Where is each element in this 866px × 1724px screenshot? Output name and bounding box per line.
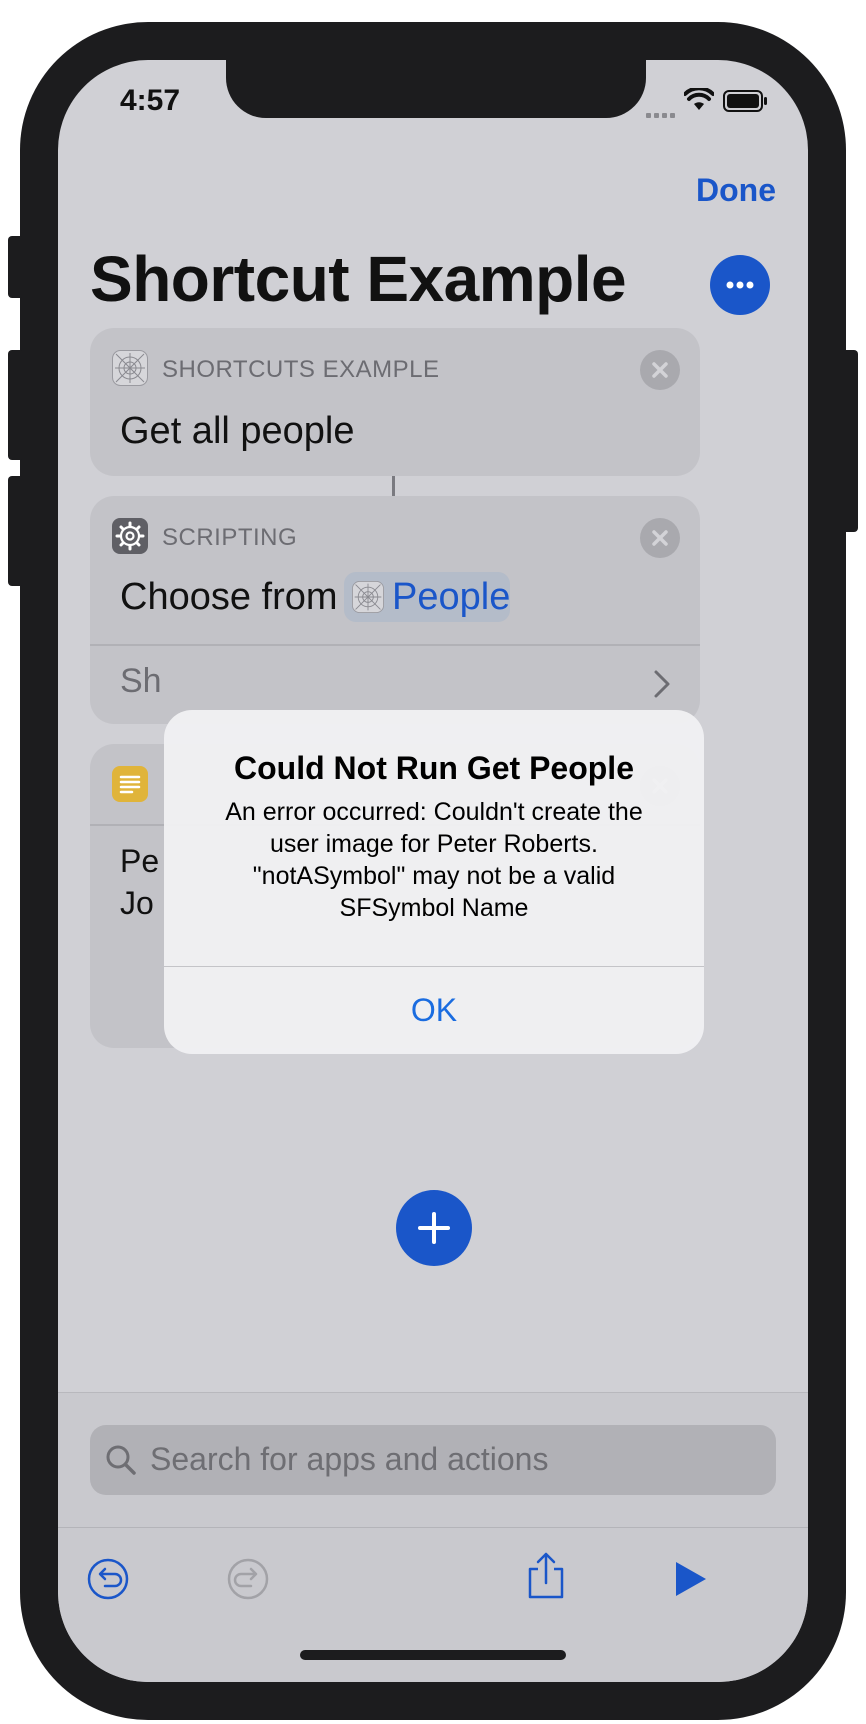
chevron-right-icon[interactable] — [650, 666, 674, 707]
remove-action-button[interactable] — [640, 518, 680, 558]
text-app-icon — [112, 766, 148, 802]
shortcuts-app-icon — [112, 350, 148, 391]
share-button[interactable] — [526, 1551, 566, 1606]
alert-message: An error occurred: Couldn't create the u… — [225, 798, 643, 922]
card-app-name: SCRIPTING — [162, 524, 298, 551]
card-action-prefix: Choose from — [120, 576, 338, 618]
card-connector — [392, 476, 395, 496]
play-icon — [676, 1562, 706, 1596]
mute-switch — [8, 236, 24, 298]
card-action-text: Get all people — [120, 410, 355, 452]
redo-icon — [227, 1558, 269, 1600]
status-time: 4:57 — [120, 84, 181, 117]
notch — [226, 60, 646, 118]
home-indicator — [300, 1650, 566, 1660]
add-action-button[interactable] — [396, 1190, 472, 1266]
show-more-label: Sh — [120, 662, 162, 700]
close-icon — [652, 362, 668, 378]
action-card-choose-from[interactable]: SCRIPTING Choose from People Sh — [90, 496, 700, 724]
close-icon — [652, 530, 668, 546]
wifi-icon — [683, 86, 715, 117]
search-icon — [104, 1443, 138, 1482]
text-content[interactable]: Pe Jo — [120, 840, 159, 924]
more-icon — [726, 281, 754, 289]
more-button[interactable] — [710, 255, 770, 315]
run-button[interactable] — [670, 1559, 710, 1604]
shortcuts-app-icon — [352, 581, 384, 618]
page-title: Shortcut Example — [90, 243, 627, 315]
gear-icon — [115, 521, 145, 551]
text-icon — [119, 775, 141, 794]
alert-ok-button[interactable]: OK — [164, 967, 704, 1054]
plus-icon — [418, 1212, 450, 1244]
share-icon — [528, 1552, 564, 1599]
text-line: Pe — [120, 843, 160, 879]
cellular-signal-icon — [646, 106, 678, 124]
screen: 4:57 Done Shortcut Example SHORTCUTS EXA… — [58, 60, 808, 1682]
people-variable-chip[interactable]: People — [344, 572, 510, 622]
search-placeholder: Search for apps and actions — [150, 1441, 549, 1477]
toolbar-divider — [58, 1527, 808, 1528]
action-card-get-people[interactable]: SHORTCUTS EXAMPLE Get all people — [90, 328, 700, 476]
card-divider — [90, 644, 700, 646]
volume-up-button — [8, 350, 24, 460]
volume-down-button — [8, 476, 24, 586]
undo-icon — [87, 1558, 129, 1600]
power-button — [842, 350, 858, 532]
undo-button[interactable] — [86, 1557, 130, 1606]
card-app-name: SHORTCUTS EXAMPLE — [162, 356, 440, 383]
text-line: Jo — [120, 885, 154, 921]
variable-label: People — [392, 576, 511, 618]
done-button[interactable]: Done — [696, 172, 776, 209]
alert-title: Could Not Run Get People — [234, 750, 634, 786]
error-alert: Could Not Run Get People An error occurr… — [164, 710, 704, 1054]
battery-icon — [723, 90, 769, 117]
scripting-app-icon — [112, 518, 148, 554]
redo-button[interactable] — [226, 1557, 270, 1606]
bottom-panel: Search for apps and actions — [58, 1392, 808, 1682]
search-field[interactable]: Search for apps and actions — [90, 1425, 776, 1495]
remove-action-button[interactable] — [640, 350, 680, 390]
